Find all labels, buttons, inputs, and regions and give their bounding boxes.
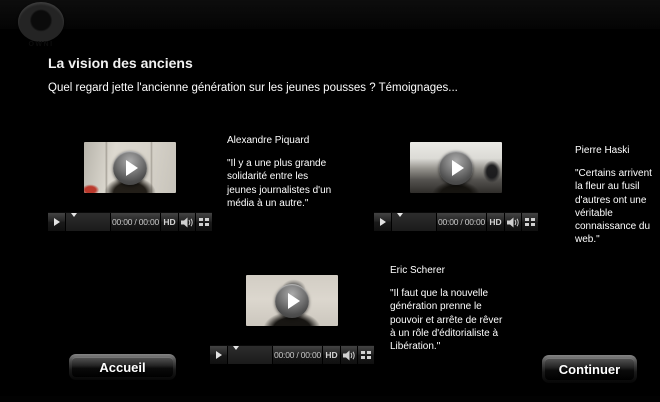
- play-icon: [54, 218, 60, 226]
- progress-bar[interactable]: [228, 346, 273, 364]
- speaker-icon: [507, 217, 520, 228]
- play-triangle-icon: [452, 160, 464, 176]
- play-overlay-icon[interactable]: [113, 151, 147, 185]
- continue-button[interactable]: Continuer: [542, 355, 637, 383]
- play-triangle-icon: [288, 293, 300, 309]
- player-controls: 00:00 / 00:00 HD: [48, 212, 212, 231]
- fullscreen-icon[interactable]: [358, 346, 374, 364]
- playhead-marker[interactable]: [71, 213, 77, 217]
- home-button-label: Accueil: [72, 357, 173, 377]
- speaker-quote: "Il faut que la nouvelle génération pren…: [390, 287, 504, 353]
- fullscreen-icon[interactable]: [196, 213, 212, 231]
- owni-logo[interactable]: OWNI: [15, 2, 67, 48]
- playhead-marker[interactable]: [233, 346, 239, 350]
- home-button[interactable]: Accueil: [69, 354, 176, 380]
- play-overlay-icon[interactable]: [439, 151, 473, 185]
- time-display: 00:00 / 00:00: [111, 213, 161, 231]
- player-controls: 00:00 / 00:00 HD: [374, 212, 538, 231]
- play-icon: [216, 351, 222, 359]
- testimonial-haski: Pierre Haski "Certains arrivent la fleur…: [575, 145, 659, 247]
- owni-logo-text: OWNI: [15, 41, 67, 48]
- play-triangle-icon: [126, 160, 138, 176]
- app-window: OWNI La vision des anciens Quel regard j…: [0, 0, 660, 402]
- progress-bar[interactable]: [392, 213, 437, 231]
- playhead-marker[interactable]: [397, 213, 403, 217]
- play-button[interactable]: [210, 346, 228, 364]
- play-button[interactable]: [48, 213, 66, 231]
- progress-bar[interactable]: [66, 213, 111, 231]
- volume-icon[interactable]: [341, 346, 358, 364]
- video-player-piquard[interactable]: 00:00 / 00:00 HD: [48, 112, 212, 232]
- volume-icon[interactable]: [179, 213, 196, 231]
- top-bar: [0, 0, 660, 29]
- play-button[interactable]: [374, 213, 392, 231]
- hd-toggle[interactable]: HD: [487, 213, 505, 231]
- time-display: 00:00 / 00:00: [273, 346, 323, 364]
- speaker-quote: "Certains arrivent la fleur au fusil d'a…: [575, 167, 659, 247]
- owni-ring-icon: [18, 2, 64, 42]
- bottom-strip: [0, 396, 660, 402]
- video-player-scherer[interactable]: 00:00 / 00:00 HD: [210, 245, 374, 365]
- hd-toggle[interactable]: HD: [323, 346, 341, 364]
- player-controls: 00:00 / 00:00 HD: [210, 345, 374, 364]
- fullscreen-glyph-icon: [361, 351, 371, 359]
- video-thumbnail[interactable]: [84, 142, 176, 193]
- continue-button-label: Continuer: [545, 358, 634, 380]
- volume-icon[interactable]: [505, 213, 522, 231]
- play-icon: [380, 218, 386, 226]
- speaker-name: Pierre Haski: [575, 145, 659, 156]
- testimonial-scherer: Eric Scherer "Il faut que la nouvelle gé…: [390, 265, 504, 353]
- speaker-name: Eric Scherer: [390, 265, 504, 276]
- speaker-icon: [181, 217, 194, 228]
- page-subtitle: Quel regard jette l'ancienne génération …: [48, 82, 458, 94]
- speaker-quote: "Il y a une plus grande solidarité entre…: [227, 157, 339, 210]
- speaker-icon: [343, 350, 356, 361]
- video-thumbnail[interactable]: [410, 142, 502, 193]
- video-player-haski[interactable]: 00:00 / 00:00 HD: [374, 112, 538, 232]
- testimonial-piquard: Alexandre Piquard "Il y a une plus grand…: [227, 135, 339, 210]
- page-title: La vision des anciens: [48, 55, 193, 71]
- time-display: 00:00 / 00:00: [437, 213, 487, 231]
- fullscreen-glyph-icon: [199, 218, 209, 226]
- fullscreen-glyph-icon: [525, 218, 535, 226]
- speaker-name: Alexandre Piquard: [227, 135, 339, 146]
- play-overlay-icon[interactable]: [275, 284, 309, 318]
- hd-toggle[interactable]: HD: [161, 213, 179, 231]
- fullscreen-icon[interactable]: [522, 213, 538, 231]
- video-thumbnail[interactable]: [246, 275, 338, 326]
